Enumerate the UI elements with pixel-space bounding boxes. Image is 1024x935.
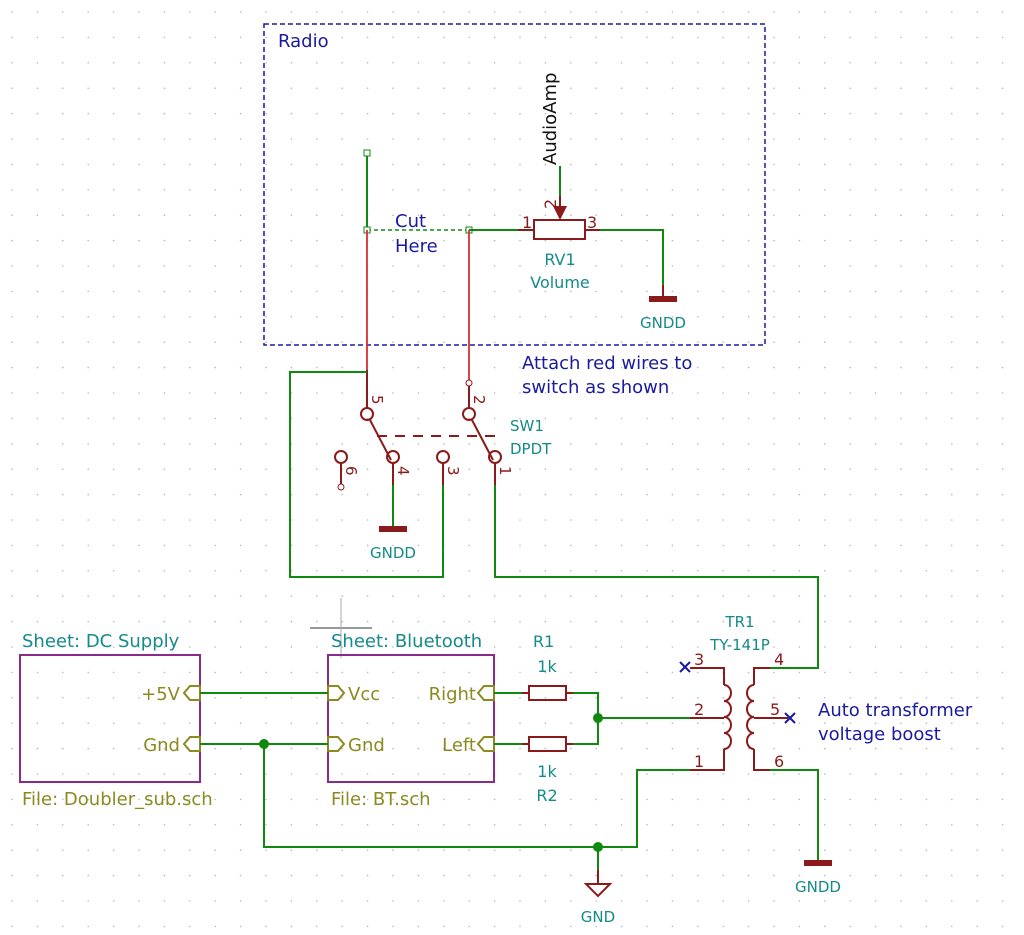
radio-title: Radio — [278, 31, 329, 52]
transformer-note-line2: voltage boost — [818, 724, 941, 745]
cut-note-line2: Here — [395, 236, 438, 257]
cut-note-line1: Cut — [395, 211, 426, 232]
tr1-pin2: 2 — [694, 700, 704, 719]
sheet-bt-title: Sheet: Bluetooth — [331, 631, 482, 652]
r2-resistor[interactable] — [522, 736, 573, 752]
attach-note-line2: switch as shown — [522, 377, 669, 398]
sw1-ref: SW1 — [510, 417, 544, 435]
gndd-symbol[interactable] — [649, 285, 677, 302]
gndd-label-1: GNDD — [640, 314, 686, 332]
sw1-value: DPDT — [510, 440, 552, 458]
sw1-pin2: 2 — [470, 395, 488, 405]
tr1-pin1: 1 — [694, 752, 704, 771]
sheet-bt-pin-vcc: Vcc — [348, 684, 380, 705]
sheet-bluetooth[interactable] — [327, 654, 495, 783]
sheet-dc-pin-gnd: Gnd — [143, 735, 180, 756]
tr1-value: TY-141P — [709, 636, 770, 654]
sheet-pin-port — [182, 736, 201, 752]
tr1-pin6: 6 — [774, 752, 784, 771]
radio-box — [263, 23, 766, 346]
schematic-canvas[interactable]: Radio AudioAmp 1 2 3 RV1 Volume Cut Here… — [0, 0, 1024, 935]
r1-resistor[interactable] — [522, 685, 573, 701]
r2-ref: R2 — [536, 786, 557, 805]
sw1-pin6: 6 — [342, 466, 360, 476]
audioamp-label[interactable]: AudioAmp — [540, 73, 561, 165]
sheet-pin-port — [182, 685, 201, 701]
gnd-label: GND — [581, 908, 615, 926]
tr1-pin4: 4 — [774, 650, 784, 669]
tr1-pin3: 3 — [694, 650, 704, 669]
r2-value: 1k — [537, 762, 557, 781]
sheet-bt-pin-right: Right — [429, 684, 476, 705]
wire-tr1-pin6 — [770, 769, 819, 860]
rv1-ref: RV1 — [544, 250, 575, 269]
wire-gnd-return — [263, 744, 700, 848]
sheet-bt-pin-gnd: Gnd — [348, 735, 385, 756]
r1-ref: R1 — [533, 632, 554, 651]
tr1-pin5: 5 — [770, 700, 780, 719]
sw1-pin5: 5 — [368, 395, 386, 405]
r1-value: 1k — [537, 657, 557, 676]
transformer-note-line1: Auto transformer — [818, 700, 973, 721]
rv1-pin1: 1 — [522, 213, 532, 232]
sheet-bt-file: File: BT.sch — [331, 789, 431, 810]
gnd-symbol[interactable] — [583, 870, 613, 898]
sheet-bt-pin-left: Left — [442, 735, 476, 756]
gndd-label-3: GNDD — [795, 878, 841, 896]
gndd-symbol[interactable] — [804, 860, 832, 866]
sheet-dc-title: Sheet: DC Supply — [22, 631, 180, 652]
gndd-symbol[interactable] — [379, 526, 407, 532]
wire-rv1-gndd — [600, 229, 664, 295]
rv1-pin3: 3 — [587, 213, 597, 232]
sheet-dc-pin-5v: +5V — [141, 684, 181, 705]
sw1-pin4: 4 — [394, 466, 412, 476]
sw1-pin3: 3 — [444, 466, 462, 476]
wire-end-marker — [363, 149, 371, 157]
sheet-dc-file: File: Doubler_sub.sch — [22, 789, 213, 810]
tr1-ref: TR1 — [724, 613, 754, 631]
rv1-pin2: 2 — [541, 199, 560, 209]
sw1-pin1: 1 — [496, 466, 514, 476]
gndd-label-2: GNDD — [370, 544, 416, 562]
sw1-pin2-marker — [465, 379, 473, 387]
no-connect-icon — [679, 661, 691, 673]
attach-note-line1: Attach red wires to — [522, 353, 692, 374]
rv1-body — [533, 219, 586, 240]
rv1-value: Volume — [530, 273, 590, 292]
sheet-dc-supply[interactable] — [19, 654, 201, 783]
sheet-pin-port — [476, 736, 495, 752]
sheet-pin-port — [476, 685, 495, 701]
